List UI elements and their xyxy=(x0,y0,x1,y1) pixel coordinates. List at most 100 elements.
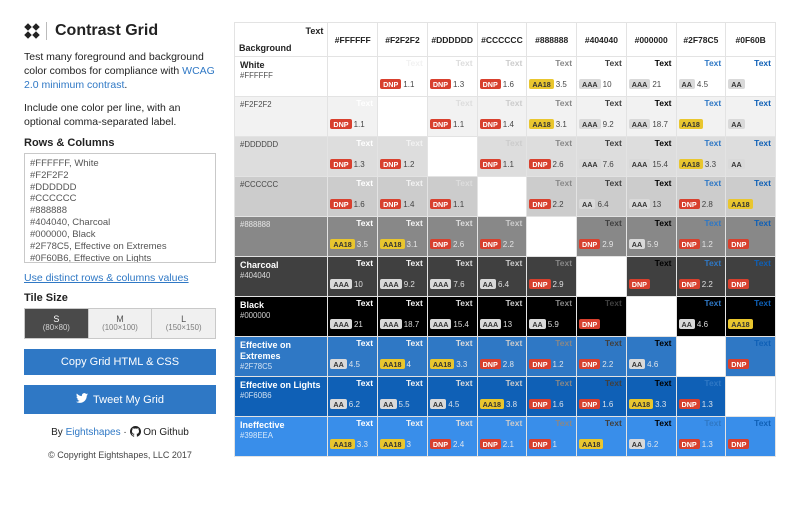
row-header: Effective on Lights#0F60B6 xyxy=(235,377,328,417)
brand: Contrast Grid xyxy=(24,22,216,40)
swatch-cell: TextAA6.2 xyxy=(328,377,378,417)
distinct-rows-columns-link[interactable]: Use distinct rows & columns values xyxy=(24,272,189,284)
row-header: #F2F2F2 xyxy=(235,97,328,137)
wcag-badge: DNP xyxy=(529,359,550,369)
wcag-badge: DNP xyxy=(430,199,451,209)
wcag-badge: DNP xyxy=(330,199,351,209)
swatch-cell: TextAA5.9 xyxy=(626,217,676,257)
swatch-cell: TextAA183.5 xyxy=(527,57,577,97)
swatch-cell: TextAA183.8 xyxy=(477,377,527,417)
wcag-badge: AA18 xyxy=(679,119,703,129)
contrast-ratio: 18.7 xyxy=(404,320,420,329)
contrast-ratio: 1 xyxy=(553,440,557,449)
contrast-ratio: 1.6 xyxy=(602,400,613,409)
contrast-ratio: 3.1 xyxy=(556,120,567,129)
contrast-ratio: 2.6 xyxy=(553,160,564,169)
column-header: #CCCCCC xyxy=(477,23,527,57)
contrast-ratio: 2.2 xyxy=(702,280,713,289)
wcag-badge: DNP xyxy=(679,279,700,289)
wcag-badge: AAA xyxy=(579,79,601,89)
wcag-badge: DNP xyxy=(629,279,650,289)
contrast-ratio: 2.1 xyxy=(503,440,514,449)
byline-github-link[interactable]: On Github xyxy=(143,427,189,438)
swatch-cell xyxy=(626,297,676,337)
swatch-cell: TextDNP1.6 xyxy=(577,377,627,417)
wcag-badge: AA18 xyxy=(380,359,404,369)
swatch-cell: TextAAA10 xyxy=(328,257,378,297)
swatch-cell: TextAAA15.4 xyxy=(427,297,477,337)
contrast-ratio: 21 xyxy=(354,320,363,329)
wcag-badge: DNP xyxy=(380,199,401,209)
wcag-badge: DNP xyxy=(480,159,501,169)
contrast-ratio: 4.6 xyxy=(697,320,708,329)
wcag-badge: DNP xyxy=(679,399,700,409)
wcag-badge: AAA xyxy=(480,319,502,329)
swatch-cell: TextDNP1.1 xyxy=(328,97,378,137)
wcag-badge: DNP xyxy=(728,239,749,249)
colors-input[interactable] xyxy=(24,153,216,263)
contrast-ratio: 15.4 xyxy=(453,320,469,329)
brand-title: Contrast Grid xyxy=(46,22,158,40)
wcag-badge: AA18 xyxy=(579,439,603,449)
contrast-ratio: 6.4 xyxy=(498,280,509,289)
swatch-cell: TextAAA18.7 xyxy=(626,97,676,137)
wcag-badge: DNP xyxy=(529,159,550,169)
contrast-ratio: 18.7 xyxy=(652,120,668,129)
contrast-ratio: 4.5 xyxy=(697,80,708,89)
byline: By Eightshapes · On Github xyxy=(24,426,216,440)
swatch-cell: TextAA18 xyxy=(676,97,726,137)
contrast-ratio: 5.9 xyxy=(647,240,658,249)
contrast-ratio: 1.6 xyxy=(354,200,365,209)
swatch-cell xyxy=(328,57,378,97)
contrast-ratio: 6.4 xyxy=(597,200,608,209)
wcag-badge: AAA xyxy=(629,199,651,209)
wcag-badge: DNP xyxy=(579,399,600,409)
tilesize-s[interactable]: S(80×80) xyxy=(24,308,89,339)
tilesize-l[interactable]: L(150×150) xyxy=(152,308,216,339)
contrast-ratio: 3.5 xyxy=(357,240,368,249)
row-header: Effective on Extremes#2F78C5 xyxy=(235,337,328,377)
swatch-cell: TextDNP2.2 xyxy=(527,177,577,217)
wcag-badge: DNP xyxy=(330,159,351,169)
tweet-grid-button[interactable]: Tweet My Grid xyxy=(24,385,216,414)
tilesize-m[interactable]: M(100×100) xyxy=(89,308,153,339)
swatch-cell: TextAA xyxy=(726,57,776,97)
contrast-ratio: 10 xyxy=(354,280,363,289)
swatch-cell: TextAA183.3 xyxy=(427,337,477,377)
swatch-cell: TextDNP1.3 xyxy=(676,377,726,417)
grid: BackgroundText#FFFFFF#F2F2F2#DDDDDD#CCCC… xyxy=(234,22,776,494)
wcag-badge: AA18 xyxy=(529,119,553,129)
swatch-cell: TextAA6.2 xyxy=(626,417,676,457)
wcag-badge: AA xyxy=(629,239,645,249)
swatch-cell: TextAA183.3 xyxy=(676,137,726,177)
wcag-badge: AAA xyxy=(629,119,651,129)
contrast-ratio: 10 xyxy=(603,80,612,89)
swatch-cell: TextAA xyxy=(726,97,776,137)
wcag-badge: AA18 xyxy=(330,439,354,449)
wcag-badge: DNP xyxy=(579,359,600,369)
github-icon xyxy=(130,429,144,440)
wcag-badge: AA18 xyxy=(380,239,404,249)
swatch-cell: TextAAA21 xyxy=(328,297,378,337)
contrast-ratio: 3.3 xyxy=(456,360,467,369)
wcag-badge: DNP xyxy=(579,319,600,329)
swatch-cell: TextDNP2.2 xyxy=(676,257,726,297)
swatch-cell xyxy=(577,257,627,297)
wcag-badge: AA18 xyxy=(480,399,504,409)
row-header: #888888 xyxy=(235,217,328,257)
byline-eightshapes-link[interactable]: Eightshapes xyxy=(66,427,121,438)
swatch-cell: TextAAA7.6 xyxy=(427,257,477,297)
swatch-cell: TextDNP1.4 xyxy=(477,97,527,137)
wcag-badge: DNP xyxy=(380,79,401,89)
copy-grid-button[interactable]: Copy Grid HTML & CSS xyxy=(24,349,216,375)
swatch-cell: TextAAA9.2 xyxy=(378,257,428,297)
swatch-cell: TextDNP xyxy=(577,297,627,337)
wcag-badge: DNP xyxy=(480,119,501,129)
wcag-badge: DNP xyxy=(728,359,749,369)
swatch-cell: TextAA183 xyxy=(378,417,428,457)
contrast-ratio: 2.2 xyxy=(553,200,564,209)
wcag-badge: AA xyxy=(629,439,645,449)
wcag-badge: DNP xyxy=(679,199,700,209)
wcag-badge: AA18 xyxy=(430,359,454,369)
wcag-badge: DNP xyxy=(480,239,501,249)
